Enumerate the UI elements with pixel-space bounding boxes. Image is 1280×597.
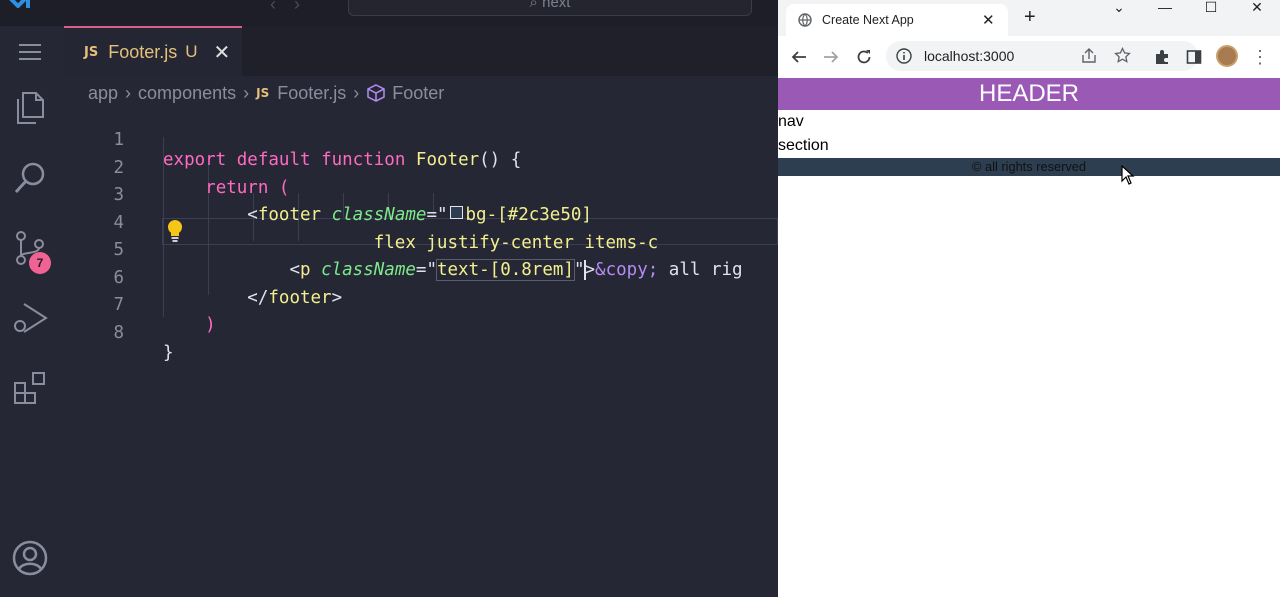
breadcrumb-item-symbol[interactable]: Footer bbox=[392, 83, 444, 104]
page-header: HEADER bbox=[778, 78, 1280, 110]
web-page: HEADER nav section © all rights reserved bbox=[778, 78, 1280, 597]
tab-search-icon[interactable]: ⌄ bbox=[1096, 0, 1142, 18]
chevron-right-icon: › bbox=[353, 82, 360, 103]
vscode-window: ‹› ⌕ next 7 JS Footer.js U ✕ app › compo… bbox=[0, 0, 778, 597]
run-debug-icon[interactable] bbox=[10, 298, 50, 338]
js-file-icon: JS bbox=[256, 86, 270, 100]
info-icon[interactable] bbox=[896, 48, 912, 64]
source-control-badge: 7 bbox=[29, 252, 51, 274]
breadcrumb-item-components[interactable]: components bbox=[138, 83, 236, 104]
code-line: 8 } bbox=[64, 300, 778, 363]
browser-tab[interactable]: Create Next App ✕ bbox=[786, 4, 1008, 36]
close-icon[interactable]: ✕ bbox=[982, 11, 995, 29]
line-number: 8 bbox=[113, 322, 124, 343]
browser-window: Create Next App ✕ + ⌄ — ☐ ✕ localhost:30… bbox=[778, 0, 1280, 597]
side-panel-icon[interactable] bbox=[1183, 46, 1205, 68]
new-tab-icon[interactable]: + bbox=[1024, 6, 1036, 29]
close-window-icon[interactable]: ✕ bbox=[1234, 0, 1280, 18]
reload-icon[interactable] bbox=[853, 46, 875, 68]
menu-icon[interactable] bbox=[10, 32, 50, 72]
browser-tab-title: Create Next App bbox=[822, 13, 914, 27]
profile-avatar[interactable] bbox=[1216, 45, 1238, 67]
search-icon[interactable] bbox=[10, 158, 50, 198]
mouse-cursor-icon bbox=[1121, 165, 1135, 185]
page-footer: © all rights reserved bbox=[778, 158, 1280, 176]
window-controls: ⌄ — ☐ ✕ bbox=[1096, 0, 1280, 18]
code-line: 7 ) bbox=[64, 272, 778, 335]
extensions-puzzle-icon[interactable] bbox=[1151, 46, 1173, 68]
code-line: 2 return ( bbox=[64, 135, 778, 198]
extensions-icon[interactable] bbox=[10, 368, 50, 408]
close-icon[interactable]: ✕ bbox=[214, 40, 231, 65]
code-line: 1 export default function Footer() { bbox=[64, 107, 778, 170]
globe-icon bbox=[798, 13, 812, 27]
code-editor[interactable]: 1 export default function Footer() { 2 r… bbox=[64, 107, 778, 597]
code-token: } bbox=[163, 342, 174, 363]
back-icon[interactable] bbox=[788, 46, 810, 68]
command-center-search[interactable]: ⌕ next bbox=[348, 0, 752, 16]
share-icon[interactable] bbox=[1081, 48, 1097, 64]
explorer-icon[interactable] bbox=[10, 88, 50, 128]
page-nav: nav bbox=[778, 113, 804, 130]
code-line: 4 flex justify-center items-c bbox=[64, 190, 778, 253]
breadcrumb-item-file[interactable]: Footer.js bbox=[277, 83, 346, 104]
js-file-icon: JS bbox=[84, 44, 99, 60]
url-text: localhost:3000 bbox=[924, 48, 1015, 64]
command-center-text: next bbox=[542, 0, 571, 11]
tab-label: Footer.js bbox=[108, 41, 178, 62]
breadcrumb-item-app[interactable]: app bbox=[88, 83, 118, 104]
more-menu-icon[interactable]: ⋮ bbox=[1249, 46, 1271, 68]
tab-status: U bbox=[185, 42, 198, 61]
editor-tab-bar: JS Footer.js U ✕ bbox=[64, 26, 778, 76]
maximize-icon[interactable]: ☐ bbox=[1188, 0, 1234, 18]
tab-footer-js[interactable]: JS Footer.js U ✕ bbox=[64, 26, 242, 76]
account-icon[interactable] bbox=[10, 538, 50, 578]
page-section: section bbox=[778, 137, 829, 154]
code-line: 3 <footer className=" bg-[#2c3e50] bbox=[64, 162, 778, 225]
chevron-right-icon: › bbox=[125, 82, 132, 103]
title-nav-arrows[interactable]: ‹› bbox=[270, 0, 318, 15]
symbol-cube-icon bbox=[367, 84, 385, 102]
bookmark-star-icon[interactable] bbox=[1114, 47, 1131, 64]
lightbulb-icon[interactable] bbox=[166, 219, 184, 243]
activity-bar bbox=[0, 26, 64, 597]
forward-icon[interactable] bbox=[820, 46, 842, 68]
vscode-logo-icon bbox=[9, 0, 30, 8]
breadcrumb: app › components › JS Footer.js › Footer bbox=[88, 80, 444, 106]
code-line: 6 </footer> bbox=[64, 245, 778, 308]
minimize-icon[interactable]: — bbox=[1142, 0, 1188, 18]
title-bar: ‹› ⌕ next bbox=[0, 0, 778, 26]
browser-toolbar: localhost:3000 ⋮ bbox=[778, 36, 1280, 78]
chevron-right-icon: › bbox=[243, 82, 250, 103]
